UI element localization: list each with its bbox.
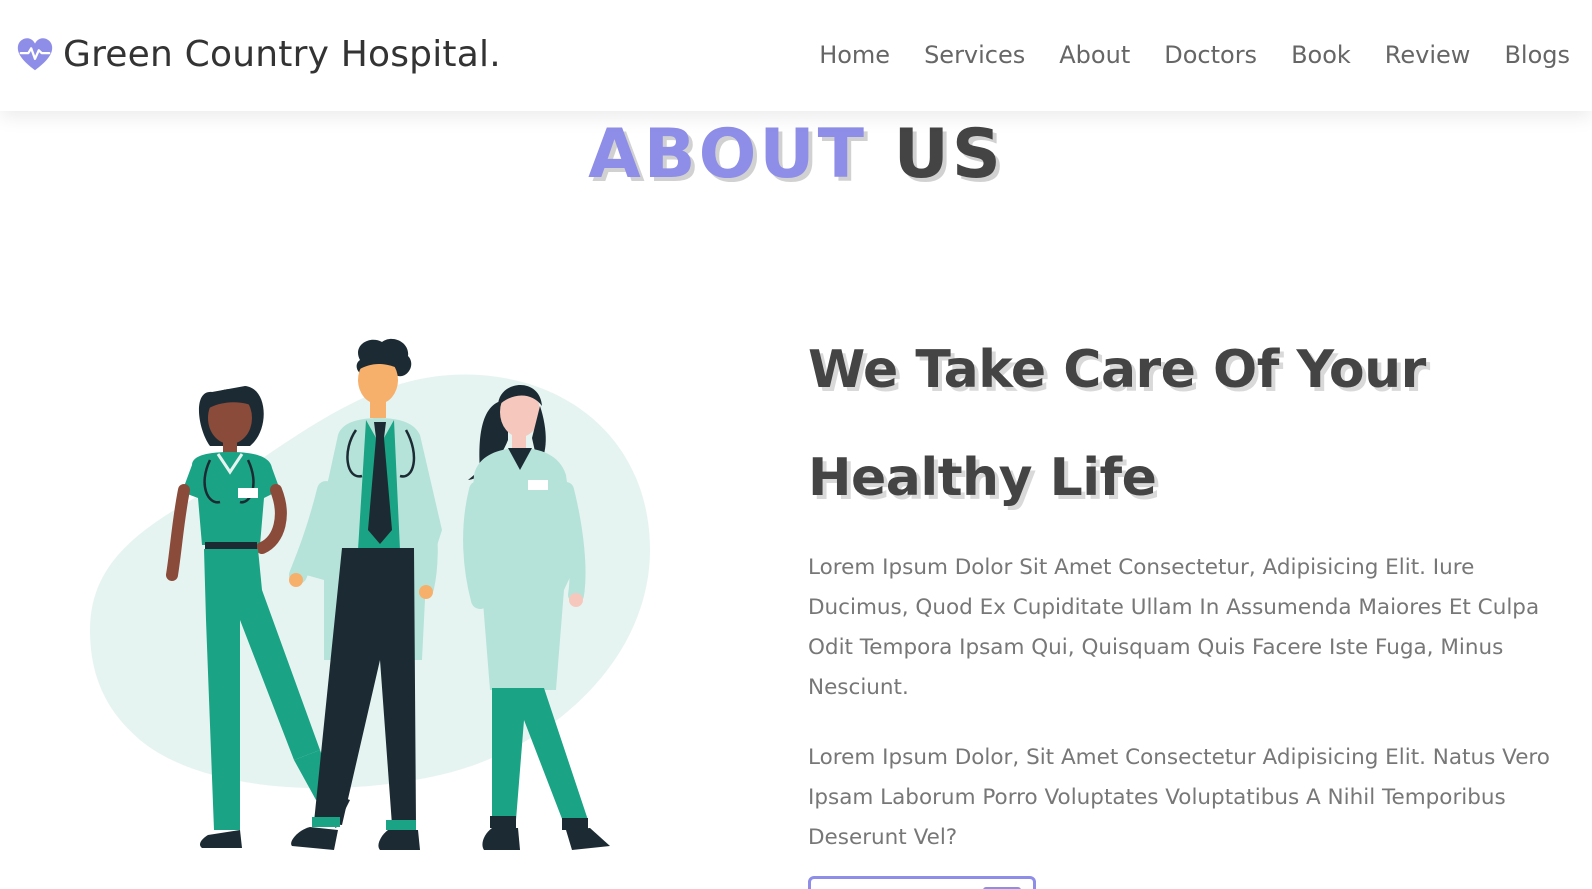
medical-staff-illustration <box>90 338 650 850</box>
section-heading: ABOUT US <box>0 112 1592 198</box>
section-heading-rest: US <box>893 115 1004 194</box>
about-title-line1: We Take Care Of Your <box>808 340 1426 400</box>
brand-name: Green Country Hospital. <box>63 34 501 75</box>
about-paragraph-1: Lorem Ipsum Dolor Sit Amet Consectetur, … <box>808 555 1540 700</box>
learn-more-button[interactable] <box>808 876 1036 889</box>
nav-item-review[interactable]: Review <box>1385 38 1471 72</box>
nav-item-blogs[interactable]: Blogs <box>1504 38 1570 72</box>
section-heading-accent: ABOUT <box>588 115 867 194</box>
nav-item-about[interactable]: About <box>1059 38 1130 72</box>
brand-logo[interactable]: Green Country Hospital. <box>16 34 501 75</box>
about-paragraph-2: Lorem Ipsum Dolor, Sit Amet Consectetur … <box>808 745 1550 850</box>
about-content: We Take Care Of Your Healthy Life Lorem … <box>808 316 1578 858</box>
nav-item-home[interactable]: Home <box>819 38 890 72</box>
main-nav: Home Services About Doctors Book Review … <box>785 38 1570 72</box>
nav-item-book[interactable]: Book <box>1291 38 1351 72</box>
about-title: We Take Care Of Your Healthy Life <box>808 316 1578 532</box>
site-header: Green Country Hospital. Home Services Ab… <box>0 0 1592 111</box>
heartbeat-icon <box>17 37 53 70</box>
nav-item-doctors[interactable]: Doctors <box>1164 38 1257 72</box>
nav-item-services[interactable]: Services <box>924 38 1025 72</box>
about-title-line2: Healthy Life <box>808 448 1157 508</box>
